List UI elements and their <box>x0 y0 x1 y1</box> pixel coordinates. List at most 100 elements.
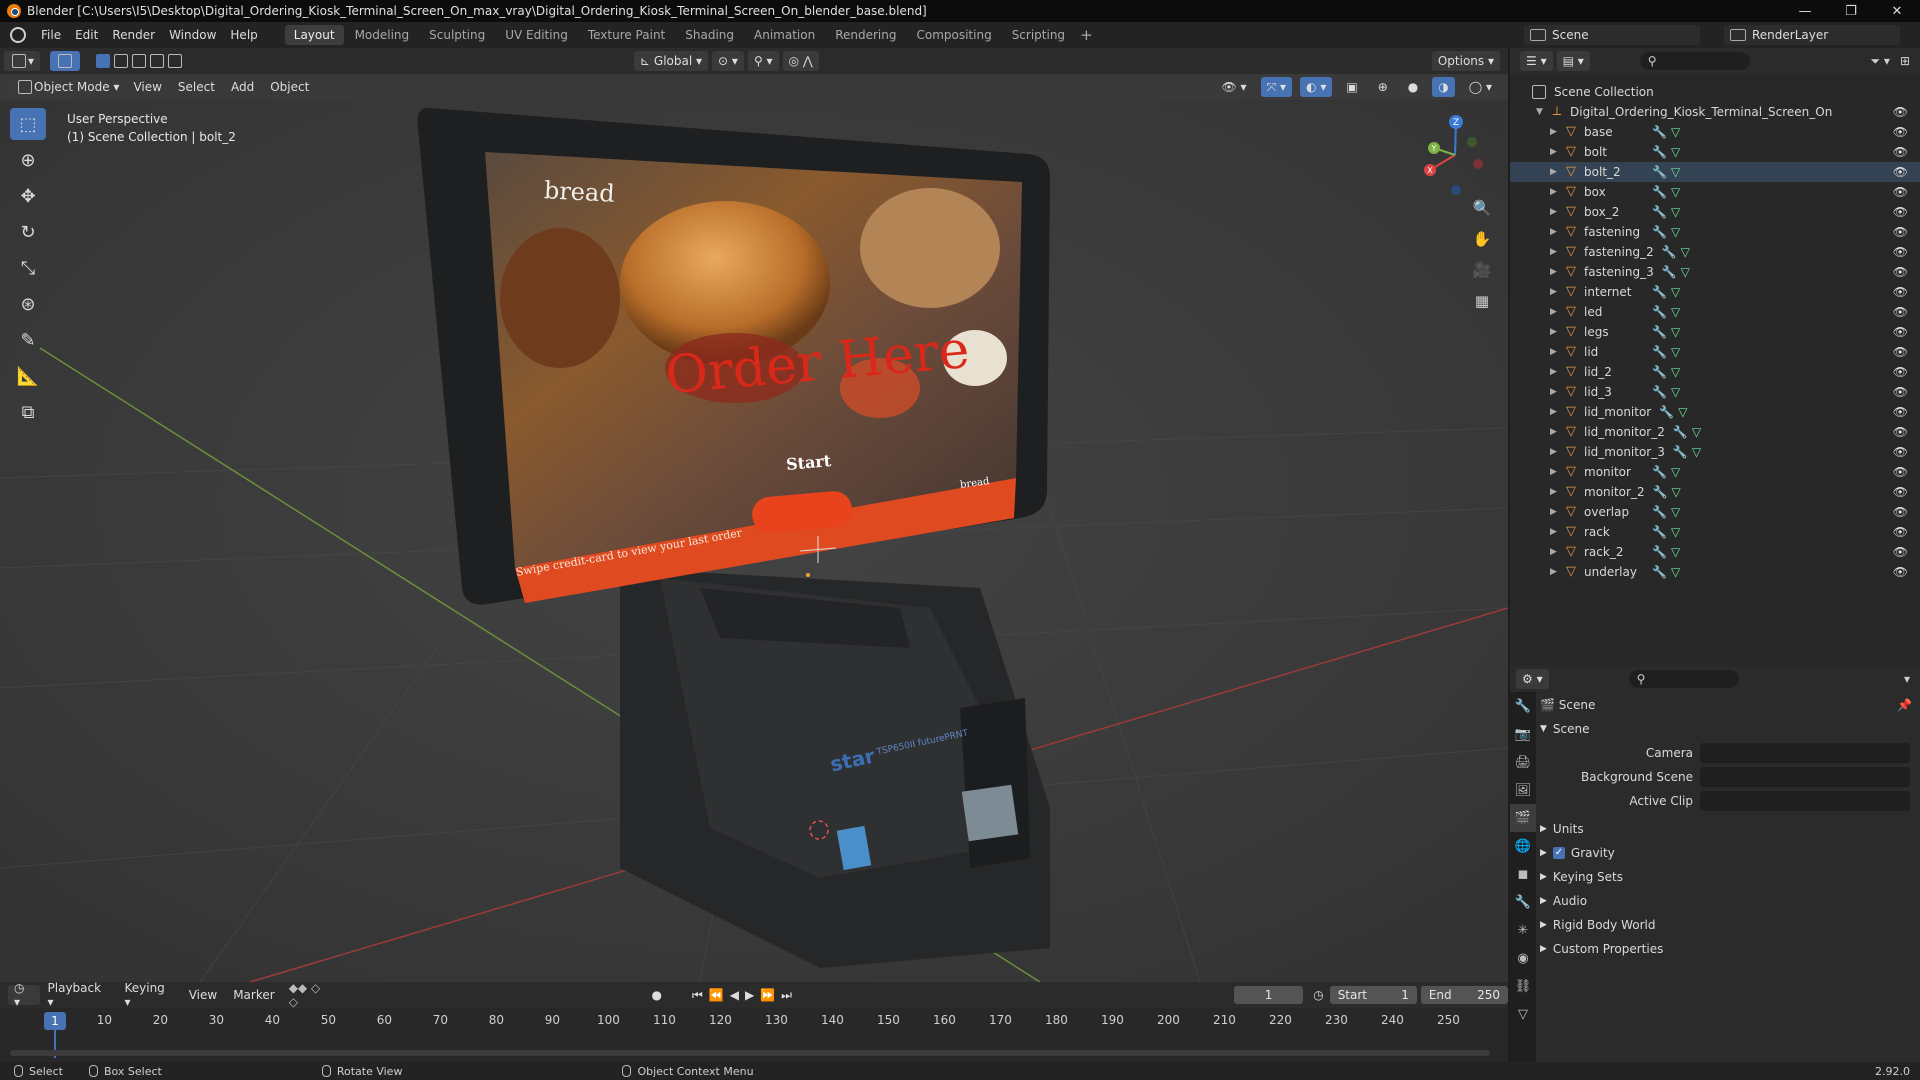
outliner-collection[interactable]: ▼ ⟂ Digital_Ordering_Kiosk_Terminal_Scre… <box>1510 102 1920 122</box>
constraints-tab-icon[interactable]: ⛓ <box>1510 972 1536 1000</box>
modifier-icon[interactable]: 🔧 <box>1652 165 1667 179</box>
scene-tab-icon[interactable]: 🎬 <box>1510 804 1536 832</box>
outliner-object-box-2[interactable]: ▶ ▽ box_2 🔧 ▽ 👁 <box>1510 202 1920 222</box>
visibility-eye-icon[interactable]: 👁 <box>1893 345 1908 359</box>
mesh-data-icon[interactable]: ▽ <box>1678 405 1687 419</box>
outliner-object-bolt[interactable]: ▶ ▽ bolt 🔧 ▽ 👁 <box>1510 142 1920 162</box>
modifier-icon[interactable]: 🔧 <box>1659 405 1674 419</box>
tab-shading[interactable]: Shading <box>676 25 743 45</box>
minimize-button[interactable]: — <box>1782 0 1828 22</box>
visibility-eye-icon[interactable]: 👁 <box>1893 125 1908 139</box>
tab-sculpting[interactable]: Sculpting <box>420 25 494 45</box>
tab-scripting[interactable]: Scripting <box>1003 25 1074 45</box>
modifier-icon[interactable]: 🔧 <box>1653 485 1668 499</box>
timeline-editor-type[interactable]: ◷ ▾ <box>8 981 40 1009</box>
visibility-eye-icon[interactable]: 👁 <box>1893 525 1908 539</box>
mesh-data-icon[interactable]: ▽ <box>1671 565 1680 579</box>
mesh-data-icon[interactable]: ▽ <box>1672 485 1681 499</box>
tab-layout[interactable]: Layout <box>284 25 344 45</box>
active-clip-field[interactable] <box>1700 791 1910 811</box>
visibility-eye-icon[interactable]: 👁 <box>1893 385 1908 399</box>
transform-tool[interactable]: ⊛ <box>10 288 46 320</box>
menu-help[interactable]: Help <box>223 28 264 42</box>
outliner-object-led[interactable]: ▶ ▽ led 🔧 ▽ 👁 <box>1510 302 1920 322</box>
modifier-icon[interactable]: 🔧 <box>1673 445 1688 459</box>
outliner-object-overlap[interactable]: ▶ ▽ overlap 🔧 ▽ 👁 <box>1510 502 1920 522</box>
data-tab-icon[interactable]: ▽ <box>1510 1000 1536 1028</box>
expand-arrow-icon[interactable]: ▶ <box>1550 507 1560 517</box>
visibility-eye-icon[interactable]: 👁 <box>1893 285 1908 299</box>
mode-new-icon[interactable] <box>96 54 111 68</box>
outliner-object-fastening-3[interactable]: ▶ ▽ fastening_3 🔧 ▽ 👁 <box>1510 262 1920 282</box>
visibility-eye-icon[interactable]: 👁 <box>1893 545 1908 559</box>
outliner-object-lid-2[interactable]: ▶ ▽ lid_2 🔧 ▽ 👁 <box>1510 362 1920 382</box>
render-tab-icon[interactable]: 📷 <box>1510 720 1536 748</box>
visibility-eye-icon[interactable]: 👁 <box>1893 325 1908 339</box>
expand-arrow-icon[interactable]: ▶ <box>1550 347 1560 357</box>
expand-arrow-icon[interactable]: ▶ <box>1550 327 1560 337</box>
proportional-edit-toggle[interactable]: ◎ ⋀ <box>782 51 819 71</box>
visibility-eye-icon[interactable]: 👁 <box>1893 505 1908 519</box>
rigid-body-world-panel[interactable]: ▶ Rigid Body World <box>1540 914 1918 936</box>
outliner-object-monitor-2[interactable]: ▶ ▽ monitor_2 🔧 ▽ 👁 <box>1510 482 1920 502</box>
modifier-icon[interactable]: 🔧 <box>1652 465 1667 479</box>
expand-arrow-icon[interactable]: ▶ <box>1550 367 1560 377</box>
shading-material-button[interactable]: ◑ <box>1432 77 1455 97</box>
expand-arrow-icon[interactable]: ▶ <box>1550 307 1560 317</box>
scale-tool[interactable]: ⤡ <box>10 252 46 284</box>
menu-render[interactable]: Render <box>105 28 162 42</box>
visibility-eye-icon[interactable]: 👁 <box>1893 245 1908 259</box>
select-box-tool[interactable]: ⬚ <box>10 108 46 140</box>
mesh-data-icon[interactable]: ▽ <box>1671 385 1680 399</box>
maximize-button[interactable]: ❐ <box>1828 0 1874 22</box>
outliner-object-fastening[interactable]: ▶ ▽ fastening 🔧 ▽ 👁 <box>1510 222 1920 242</box>
outliner-object-lid[interactable]: ▶ ▽ lid 🔧 ▽ 👁 <box>1510 342 1920 362</box>
modifier-icon[interactable]: 🔧 <box>1652 565 1667 579</box>
timeline-menu-marker[interactable]: Marker <box>225 988 282 1002</box>
mesh-data-icon[interactable]: ▽ <box>1681 245 1690 259</box>
modifier-icon[interactable]: 🔧 <box>1652 365 1667 379</box>
units-panel[interactable]: ▶ Units <box>1540 818 1918 840</box>
outliner-object-base[interactable]: ▶ ▽ base 🔧 ▽ 👁 <box>1510 122 1920 142</box>
visibility-eye-icon[interactable]: 👁 <box>1893 145 1908 159</box>
expand-arrow-icon[interactable]: ▶ <box>1550 467 1560 477</box>
overlays-toggle[interactable]: ◐ ▾ <box>1300 77 1333 97</box>
expand-arrow-icon[interactable]: ▶ <box>1550 567 1560 577</box>
mesh-data-icon[interactable]: ▽ <box>1671 185 1680 199</box>
modifier-icon[interactable]: 🔧 <box>1652 345 1667 359</box>
visibility-eye-icon[interactable]: 👁 <box>1893 365 1908 379</box>
ortho-grid-icon[interactable]: ▦ <box>1468 287 1496 315</box>
visibility-eye-icon[interactable]: 👁 <box>1893 185 1908 199</box>
mesh-data-icon[interactable]: ▽ <box>1671 465 1680 479</box>
select-mode-button[interactable] <box>50 51 81 71</box>
tool-tab-icon[interactable]: 🔧 <box>1510 692 1536 720</box>
record-icon[interactable]: ● <box>652 988 662 1002</box>
scene-panel-header[interactable]: ▼ Scene <box>1540 718 1918 740</box>
camera-field[interactable] <box>1700 743 1910 763</box>
expand-arrow-icon[interactable]: ▶ <box>1550 207 1560 217</box>
playhead-frame[interactable]: 1 <box>44 1012 66 1030</box>
properties-editor-type[interactable]: ⚙ ▾ <box>1516 669 1549 689</box>
shading-wireframe-button[interactable]: ⊕ <box>1371 77 1394 97</box>
modifier-icon[interactable]: 🔧 <box>1662 245 1677 259</box>
transform-orientation-dropdown[interactable]: ⊾ Global ▾ <box>634 51 709 71</box>
modifier-icon[interactable]: 🔧 <box>1652 325 1667 339</box>
tab-compositing[interactable]: Compositing <box>907 25 1000 45</box>
mesh-data-icon[interactable]: ▽ <box>1671 365 1680 379</box>
modifier-icon[interactable]: 🔧 <box>1662 265 1677 279</box>
tab-texture-paint[interactable]: Texture Paint <box>579 25 674 45</box>
outliner-object-rack[interactable]: ▶ ▽ rack 🔧 ▽ 👁 <box>1510 522 1920 542</box>
gizmo-toggle[interactable]: ⤧ ▾ <box>1260 77 1293 97</box>
output-tab-icon[interactable]: 🖨 <box>1510 748 1536 776</box>
mesh-data-icon[interactable]: ▽ <box>1671 285 1680 299</box>
expand-arrow-icon[interactable]: ▶ <box>1550 267 1560 277</box>
visibility-dropdown[interactable]: 👁 ▾ <box>1215 77 1253 97</box>
outliner-object-lid-monitor-2[interactable]: ▶ ▽ lid_monitor_2 🔧 ▽ 👁 <box>1510 422 1920 442</box>
outliner-object-legs[interactable]: ▶ ▽ legs 🔧 ▽ 👁 <box>1510 322 1920 342</box>
timeline-menu-view[interactable]: View <box>181 988 225 1002</box>
outliner-editor-type[interactable]: ☰ ▾ <box>1520 51 1553 71</box>
outliner-search-input[interactable]: ⚲ <box>1639 52 1750 70</box>
mesh-data-icon[interactable]: ▽ <box>1671 145 1680 159</box>
tab-modeling[interactable]: Modeling <box>346 25 419 45</box>
end-frame-field[interactable]: End 250 <box>1420 986 1508 1004</box>
